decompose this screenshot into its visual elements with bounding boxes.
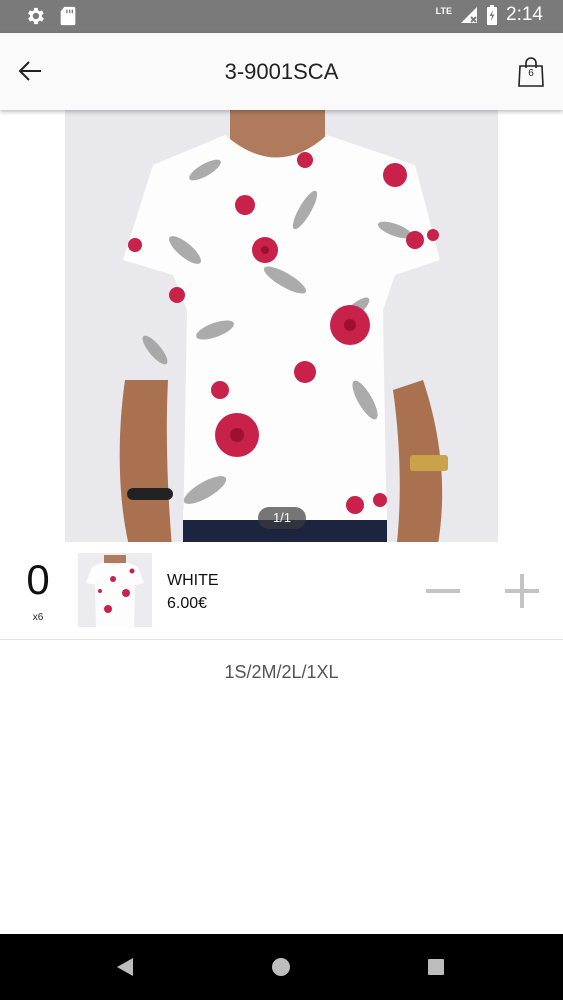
page-title: 3-9001SCA (224, 59, 339, 84)
increase-quantity-button[interactable] (503, 572, 541, 610)
minus-icon (426, 589, 460, 593)
app-bar: 3-9001SCA 6 (0, 33, 563, 110)
cart-count-badge: 6 (528, 68, 534, 79)
size-breakdown: 1S/2M/2L/1XL (224, 662, 339, 682)
variant-row: 0 x6 WHITE 6.00€ (0, 542, 563, 640)
variant-price: 6.00€ (167, 595, 208, 612)
nav-recents-icon[interactable] (428, 959, 444, 975)
decrease-quantity-button[interactable] (424, 572, 462, 610)
clock: 2:14 (506, 4, 543, 25)
nav-home-icon[interactable] (272, 958, 290, 976)
sd-card-icon (60, 6, 76, 26)
battery-icon (487, 5, 498, 25)
tshirt-thumbnail-illustration (78, 553, 152, 627)
variant-thumbnail[interactable] (78, 553, 152, 627)
plus-icon (505, 574, 539, 608)
quantity-value: 0 (26, 556, 50, 603)
network-type-label: LTE (435, 6, 453, 16)
cart-button[interactable]: 6 (516, 55, 546, 89)
signal-icon (461, 7, 478, 23)
product-photo[interactable] (65, 110, 498, 542)
status-bar: LTE 2:14 (0, 0, 563, 33)
tshirt-illustration (65, 110, 498, 542)
variant-color: WHITE (167, 572, 219, 589)
product-gallery[interactable] (0, 110, 563, 542)
pack-multiplier: x6 (32, 612, 44, 623)
gear-icon (28, 7, 44, 25)
nav-back-icon[interactable] (116, 957, 134, 977)
system-nav-bar (0, 934, 563, 1000)
gallery-pager: 1/1 (258, 507, 306, 529)
